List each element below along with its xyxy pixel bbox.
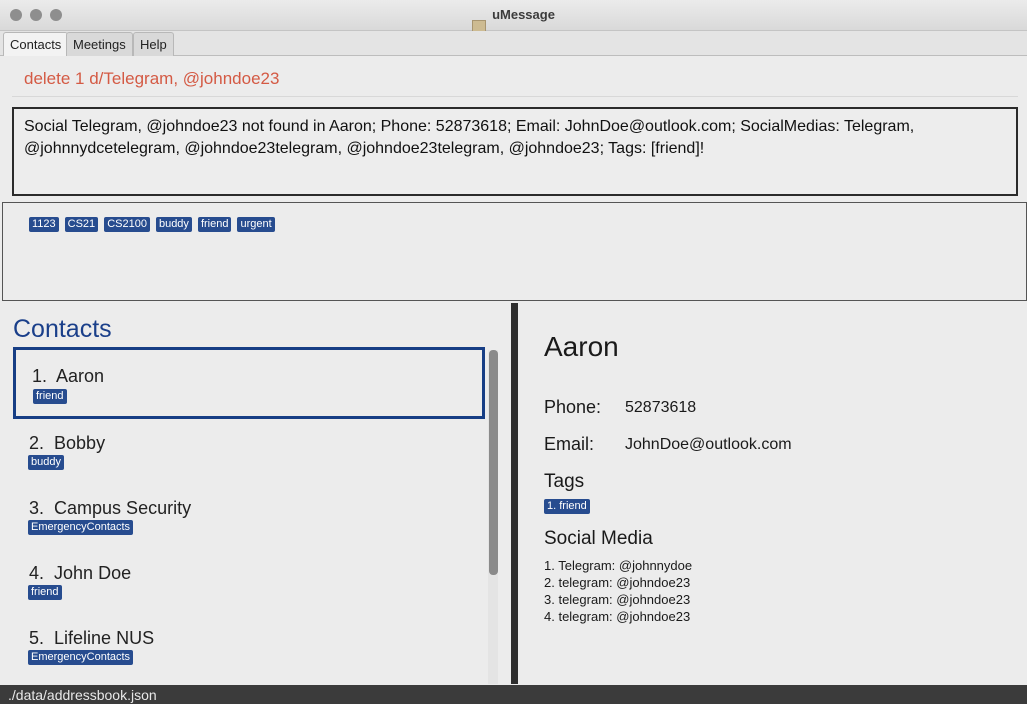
contact-card-lifeline-nus[interactable]: 5. Lifeline NUS EmergencyContacts — [13, 613, 485, 678]
result-line-1: Social Telegram, @johndoe23 not found in… — [24, 118, 915, 135]
contact-card-campus-security[interactable]: 3. Campus Security EmergencyContacts — [13, 483, 485, 548]
tab-bar: Contacts Meetings Help — [0, 31, 1027, 56]
social-media-item: 3. telegram: @johndoe23 — [544, 592, 691, 607]
social-media-item: 2. telegram: @johndoe23 — [544, 575, 691, 590]
status-bar: ./data/addressbook.json — [0, 685, 1027, 704]
contact-name: 4. John Doe — [29, 563, 132, 583]
detail-tag: 1. friend — [544, 499, 590, 514]
email-value: JohnDoe@outlook.com — [625, 436, 792, 453]
command-input[interactable]: delete 1 d/Telegram, @johndoe23 — [24, 69, 279, 89]
contact-tag: EmergencyContacts — [28, 650, 134, 665]
contact-card-bobby[interactable]: 2. Bobby buddy — [13, 419, 485, 483]
contact-tag: buddy — [28, 455, 64, 470]
contact-list-scrollbar-thumb[interactable] — [489, 350, 498, 575]
contacts-heading: Contacts — [13, 315, 112, 343]
contact-name: 1. Aaron — [32, 366, 105, 386]
contact-card-john-doe[interactable]: 4. John Doe friend — [13, 548, 485, 613]
tag-chip: friend — [197, 217, 232, 232]
social-media-item: 1. Telegram: @johnnydoe — [544, 558, 693, 573]
tags-heading: Tags — [544, 471, 585, 492]
detail-name: Aaron — [544, 331, 619, 362]
title-bar: appuMessage — [0, 0, 1027, 34]
social-media-item: 4. telegram: @johndoe23 — [544, 609, 691, 624]
window-title: appuMessage — [0, 7, 1027, 34]
tab-help[interactable]: Help — [133, 32, 174, 56]
social-media-heading: Social Media — [544, 528, 653, 549]
contact-list[interactable]: 1. Aaron friend 2. Bobby buddy 3. Campus… — [13, 347, 500, 684]
tab-meetings[interactable]: Meetings — [66, 32, 133, 56]
phone-value: 52873618 — [625, 399, 697, 416]
status-file-path: ./data/addressbook.json — [8, 687, 157, 703]
tag-chip: buddy — [155, 217, 192, 232]
result-display: Social Telegram, @johndoe23 not found in… — [12, 107, 1018, 196]
contact-name: 5. Lifeline NUS — [29, 628, 155, 648]
result-line-2: @johnnydcetelegram, @johndoe23telegram, … — [24, 140, 705, 157]
contact-card-aaron[interactable]: 1. Aaron friend — [13, 347, 485, 419]
tag-chip: 1123 — [29, 217, 59, 232]
contact-name: 2. Bobby — [29, 433, 106, 453]
contact-tag: friend — [33, 389, 67, 404]
command-input-underline — [12, 96, 1018, 97]
tag-chip: urgent — [237, 217, 275, 232]
window-title-text: uMessage — [492, 7, 555, 22]
tag-chip: CS2100 — [104, 217, 150, 232]
contact-tag: EmergencyContacts — [28, 520, 134, 535]
tag-chip: CS21 — [64, 217, 99, 232]
phone-label: Phone: — [544, 397, 602, 417]
contact-name: 3. Campus Security — [29, 498, 192, 518]
tab-contacts[interactable]: Contacts — [3, 32, 69, 56]
tag-list-panel: 1123 CS21 CS2100 buddy friend urgent — [2, 202, 1027, 301]
panel-divider[interactable] — [511, 303, 518, 684]
email-label: Email: — [544, 434, 595, 454]
tag-list: 1123 CS21 CS2100 buddy friend urgent — [29, 214, 281, 232]
contact-tag: friend — [28, 585, 62, 600]
